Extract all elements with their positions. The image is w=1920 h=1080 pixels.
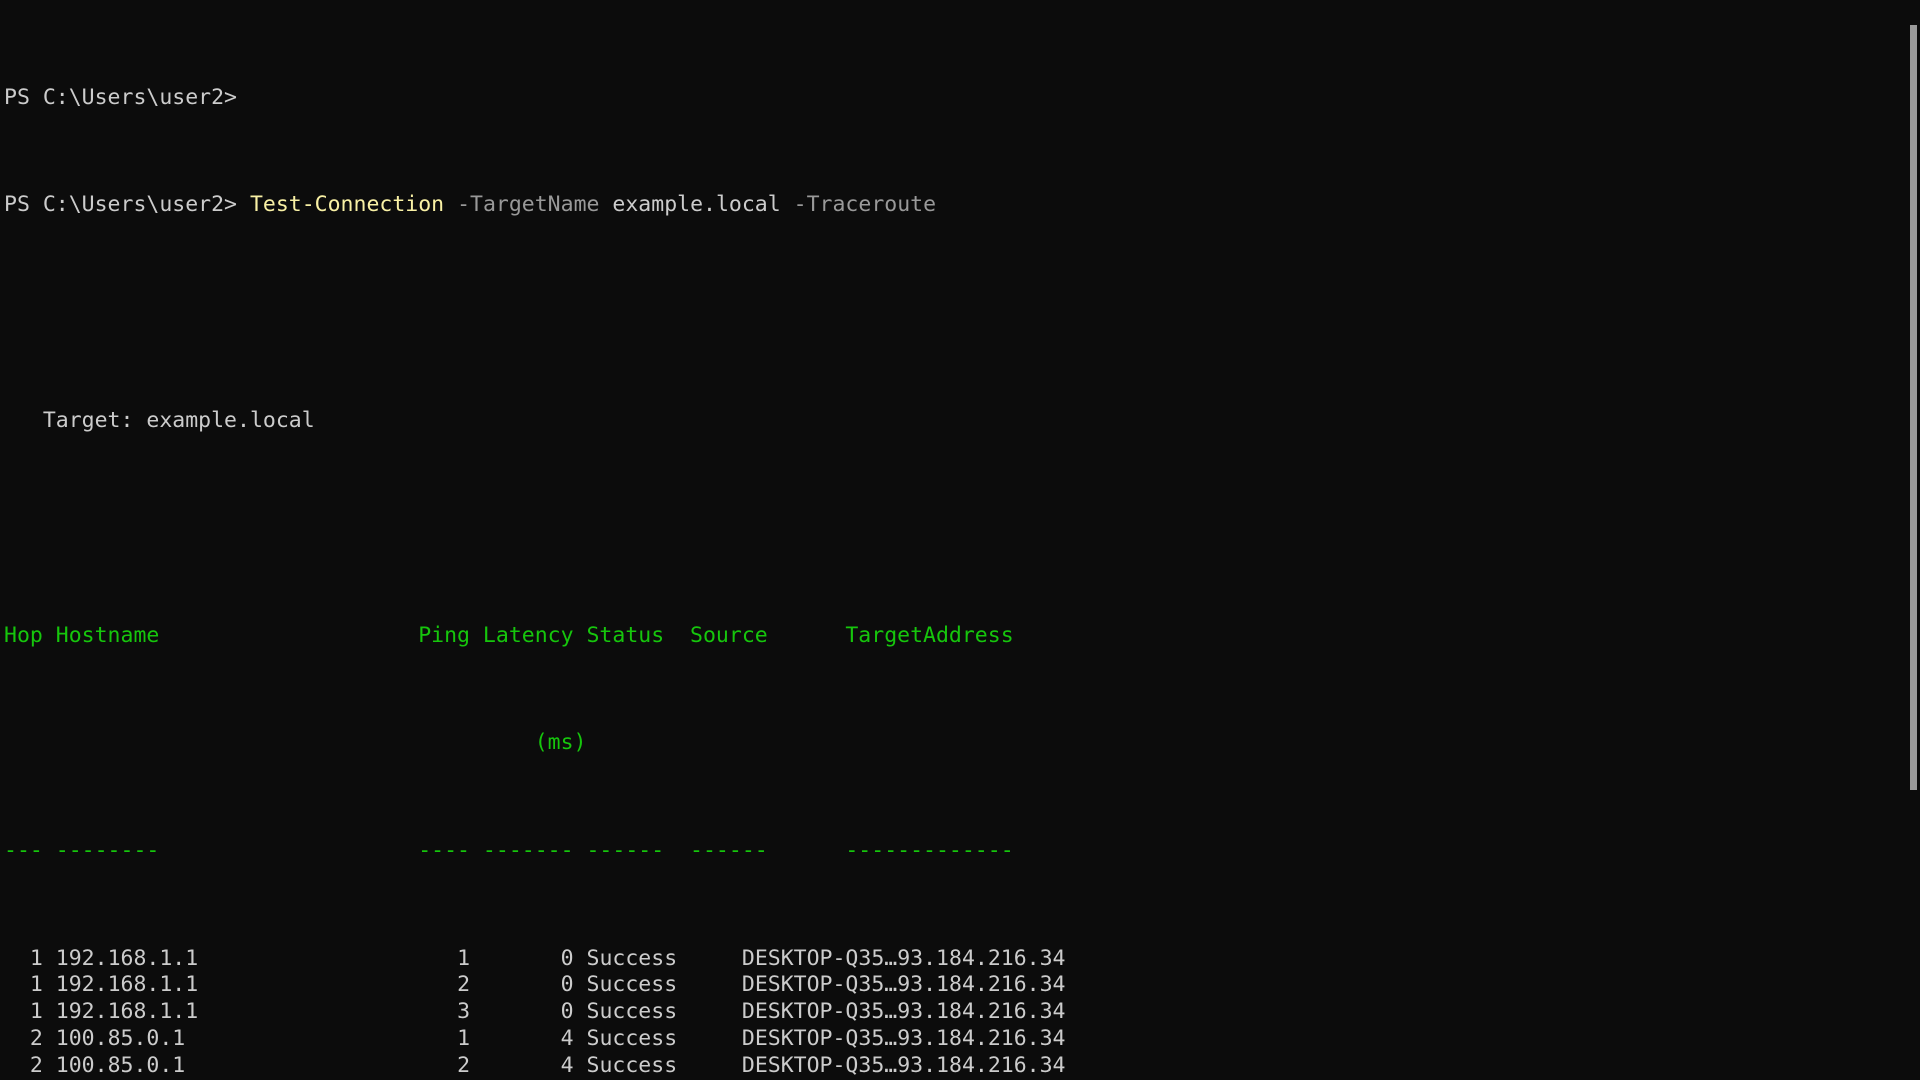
cell-ping: 3	[418, 999, 471, 1025]
cell-ping: 1	[418, 1026, 471, 1052]
table-header-row: Hop Hostname Ping Latency Status Source …	[4, 622, 1014, 648]
table-header-line-1: Hop Hostname Ping Latency Status Source …	[4, 623, 1920, 650]
param-targetname: -TargetName	[457, 192, 600, 218]
cell-latency: 0	[470, 972, 574, 998]
table-header-unit-row: (ms)	[4, 730, 587, 756]
cell-source: DESKTOP-Q35…	[741, 945, 898, 971]
cell-hostname: 192.168.1.1	[55, 972, 419, 998]
table-row: 2 100.85.0.1 1 4 Success DESKTOP-Q35…93.…	[4, 1026, 1920, 1053]
powershell-terminal[interactable]: PS C:\Users\user2> PS C:\Users\user2> Te…	[0, 0, 1920, 1080]
cell-status: Success	[586, 1026, 742, 1052]
cell-status: Success	[586, 972, 742, 998]
cell-hostname: 192.168.1.1	[55, 999, 419, 1025]
cell-hop: 1	[4, 999, 43, 1025]
cell-latency: 0	[470, 999, 574, 1025]
cell-ping: 2	[418, 1053, 471, 1079]
table-separator: --- -------- ---- ------- ------ ------ …	[4, 837, 1014, 863]
prompt-text: PS C:\Users\user2>	[4, 84, 237, 110]
cell-hostname: 100.85.0.1	[55, 1053, 419, 1079]
cell-status: Success	[586, 999, 742, 1025]
table-body: 1 192.168.1.1 1 0 Success DESKTOP-Q35…93…	[4, 946, 1920, 1080]
cell-source: DESKTOP-Q35…	[741, 999, 898, 1025]
cell-target: 93.184.216.34	[897, 1053, 1066, 1079]
target-label: Target: example.local	[4, 407, 315, 433]
scrollbar-thumb[interactable]	[1910, 25, 1917, 790]
cell-hop: 2	[4, 1053, 43, 1079]
cell-target: 93.184.216.34	[897, 999, 1066, 1025]
cell-hop: 1	[4, 972, 43, 998]
table-separator-line: --- -------- ---- ------- ------ ------ …	[4, 838, 1920, 865]
cell-source: DESKTOP-Q35…	[741, 1026, 898, 1052]
table-header-line-2: (ms)	[4, 730, 1920, 757]
command-name: Test-Connection	[249, 192, 445, 218]
scrollbar[interactable]	[1907, 0, 1920, 1080]
cell-latency: 4	[470, 1026, 574, 1052]
prompt-text: PS C:\Users\user2>	[4, 192, 237, 218]
cell-target: 93.184.216.34	[897, 945, 1066, 971]
prompt-line-command: PS C:\Users\user2> Test-Connection -Targ…	[4, 192, 1920, 219]
table-row: 1 192.168.1.1 1 0 Success DESKTOP-Q35…93…	[4, 946, 1920, 973]
prompt-line-empty: PS C:\Users\user2>	[4, 85, 1920, 112]
cell-source: DESKTOP-Q35…	[741, 972, 898, 998]
table-row: 2 100.85.0.1 2 4 Success DESKTOP-Q35…93.…	[4, 1053, 1920, 1080]
cell-status: Success	[586, 945, 742, 971]
param-targetname-value: example.local	[612, 192, 781, 218]
table-row: 1 192.168.1.1 2 0 Success DESKTOP-Q35…93…	[4, 972, 1920, 999]
cell-target: 93.184.216.34	[897, 972, 1066, 998]
cell-target: 93.184.216.34	[897, 1026, 1066, 1052]
cell-ping: 1	[418, 945, 471, 971]
cell-hop: 1	[4, 945, 43, 971]
cell-hostname: 192.168.1.1	[55, 945, 419, 971]
target-label-line: Target: example.local	[4, 408, 1920, 435]
param-traceroute: -Traceroute	[793, 192, 937, 218]
cell-hop: 2	[4, 1026, 43, 1052]
cell-ping: 2	[418, 972, 471, 998]
cell-latency: 0	[470, 945, 574, 971]
terminal-screen: PS C:\Users\user2> PS C:\Users\user2> Te…	[0, 4, 1920, 1080]
cell-latency: 4	[470, 1053, 574, 1079]
cell-source: DESKTOP-Q35…	[741, 1053, 898, 1079]
cell-hostname: 100.85.0.1	[55, 1026, 419, 1052]
table-row: 1 192.168.1.1 3 0 Success DESKTOP-Q35…93…	[4, 999, 1920, 1026]
cell-status: Success	[586, 1053, 742, 1079]
